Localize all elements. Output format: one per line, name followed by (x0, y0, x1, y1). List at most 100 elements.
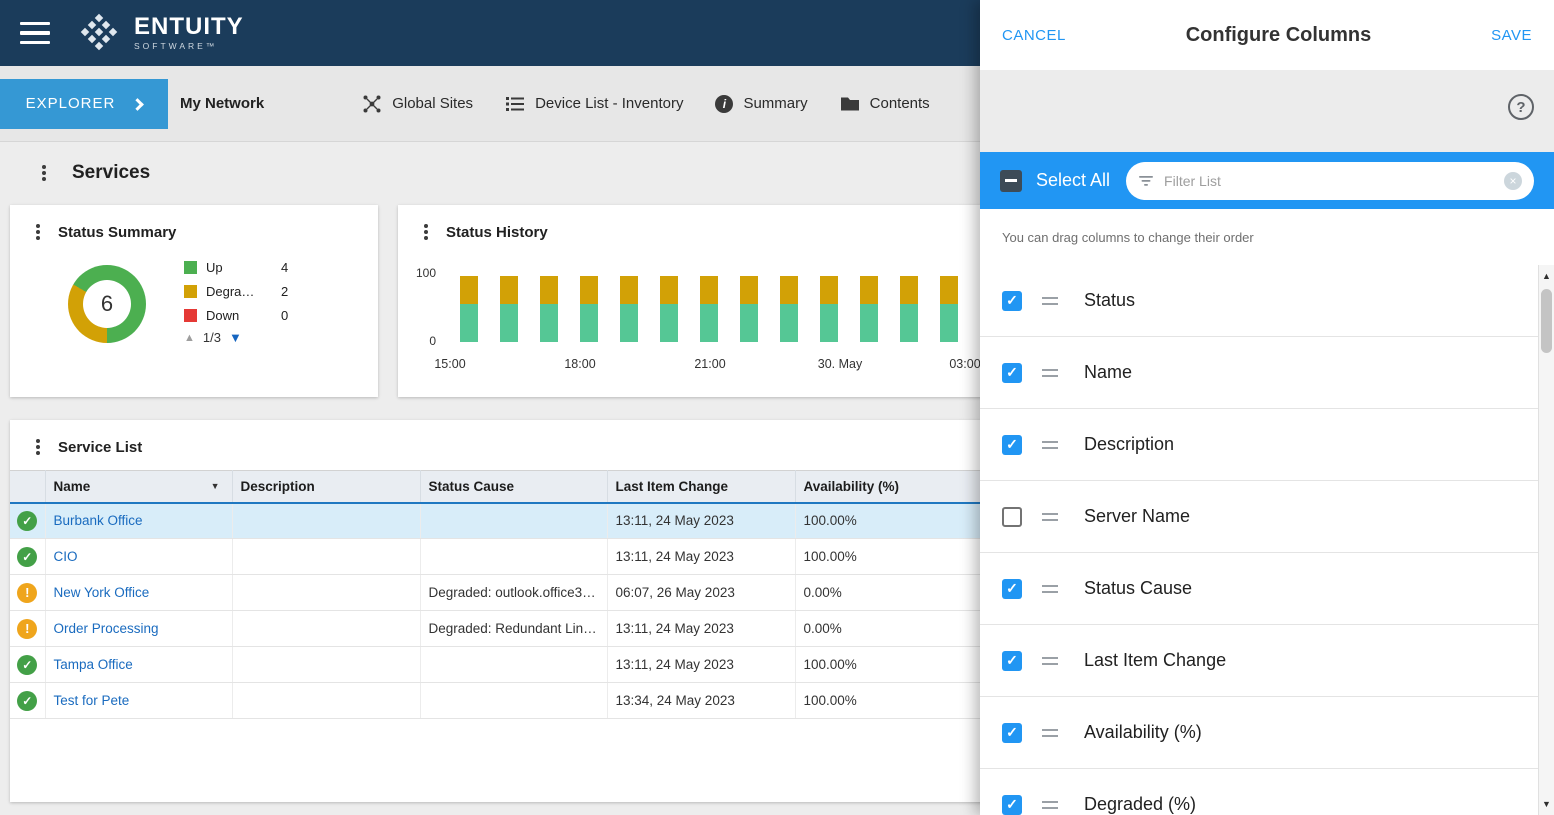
column-item-label: Server Name (1084, 506, 1191, 526)
column-header-last-item-change[interactable]: Last Item Change (607, 470, 796, 504)
service-link[interactable]: Order Processing (54, 621, 159, 636)
cell-description (232, 574, 421, 611)
hamburger-menu-icon[interactable] (20, 21, 50, 45)
scrollbar-thumb[interactable] (1541, 289, 1552, 353)
history-bar (900, 276, 918, 342)
pager-up-icon[interactable]: ▲ (184, 332, 195, 344)
drag-handle-icon[interactable] (1042, 512, 1058, 521)
drag-handle-icon[interactable] (1042, 584, 1058, 593)
entuity-logo-icon (80, 13, 118, 51)
history-bar (940, 276, 958, 342)
cell-description (232, 502, 421, 539)
column-item-status[interactable]: Status (980, 265, 1554, 337)
service-link[interactable]: Burbank Office (54, 513, 143, 528)
column-header-description[interactable]: Description (232, 470, 421, 504)
column-item-label: Description (1084, 434, 1175, 454)
brand-subtitle: SOFTWARE™ (134, 41, 218, 52)
legend-pager: ▲ 1/3 ▼ (184, 330, 288, 345)
tab-summary[interactable]: i Summary (715, 94, 808, 113)
status-legend: Up 4 Degra… 2 Down 0 ▲ 1/3 ▼ (184, 255, 288, 345)
column-item-status-cause[interactable]: Status Cause (980, 553, 1554, 625)
legend-item: Up 4 (184, 255, 288, 279)
save-button[interactable]: SAVE (1491, 27, 1532, 44)
service-link[interactable]: CIO (54, 549, 78, 564)
column-header-status-icon[interactable] (10, 470, 46, 504)
tab-device-list-inventory[interactable]: Device List - Inventory (505, 94, 683, 114)
checkbox-checked-icon[interactable] (1002, 650, 1022, 671)
column-item-label: Name (1084, 362, 1133, 382)
legend-item: Degra… 2 (184, 279, 288, 303)
legend-item: Down 0 (184, 303, 288, 327)
cell-status-cause (420, 646, 608, 683)
cancel-button[interactable]: CANCEL (1002, 27, 1066, 44)
column-list: Status Name Description Server Name Stat… (980, 265, 1554, 815)
checkbox-unchecked-icon[interactable] (1002, 506, 1022, 527)
history-bar (860, 276, 878, 342)
cell-description (232, 610, 421, 647)
cell-status-cause: Degraded: Redundant Lin… (420, 610, 608, 647)
drag-handle-icon[interactable] (1042, 728, 1058, 737)
x-axis-tick: 18:00 (564, 357, 596, 371)
legend-label: Up (206, 259, 223, 275)
column-item-description[interactable]: Description (980, 409, 1554, 481)
cell-last-item-change: 06:07, 26 May 2023 (607, 574, 796, 611)
checkbox-checked-icon[interactable] (1002, 434, 1022, 455)
checkbox-checked-icon[interactable] (1002, 290, 1022, 311)
status-history-menu-icon[interactable] (422, 223, 430, 241)
scroll-down-icon[interactable]: ▼ (1539, 799, 1554, 809)
clear-filter-icon[interactable] (1504, 171, 1522, 190)
column-header-status-cause[interactable]: Status Cause (420, 470, 608, 504)
pager-label: 1/3 (202, 330, 221, 345)
status-up-icon (17, 510, 38, 531)
column-item-degraded[interactable]: Degraded (%) (980, 769, 1554, 815)
scroll-up-icon[interactable]: ▲ (1539, 271, 1554, 281)
filter-list-field[interactable] (1126, 161, 1534, 200)
services-menu-icon[interactable] (40, 164, 48, 182)
x-axis-tick: 03:00 (949, 357, 981, 371)
service-link[interactable]: New York Office (54, 585, 150, 600)
status-up-icon (17, 690, 38, 711)
card-title: Service List (58, 438, 143, 456)
toolbar-tabs: Global Sites Device List - Inventory i S… (362, 93, 1016, 115)
legend-label: Degra… (206, 283, 255, 299)
service-list-menu-icon[interactable] (34, 438, 42, 456)
column-item-last-item-change[interactable]: Last Item Change (980, 625, 1554, 697)
panel-scrollbar[interactable]: ▲ ▼ (1538, 265, 1554, 815)
cell-description (232, 646, 421, 683)
status-up-icon (17, 654, 38, 675)
history-bar (540, 276, 558, 342)
cell-last-item-change: 13:11, 24 May 2023 (607, 502, 796, 539)
x-axis-tick: 15:00 (434, 357, 466, 371)
service-link[interactable]: Test for Pete (54, 693, 130, 708)
column-item-availability[interactable]: Availability (%) (980, 697, 1554, 769)
tab-label: Summary (743, 95, 808, 112)
status-donut-total: 6 (83, 280, 131, 328)
status-summary-menu-icon[interactable] (34, 223, 42, 241)
drag-handle-icon[interactable] (1042, 656, 1058, 665)
status-summary-card: Status Summary 6 Up 4 Degra… 2 Down 0 ▲ … (10, 205, 378, 397)
tab-global-sites[interactable]: Global Sites (362, 94, 473, 114)
column-header-name[interactable]: Name ▼ (45, 470, 233, 504)
cell-status-cause (420, 502, 608, 539)
status-up-icon (17, 546, 38, 567)
help-icon[interactable] (1508, 94, 1534, 120)
legend-swatch-up (184, 260, 197, 274)
explorer-button[interactable]: EXPLORER (0, 78, 168, 129)
brand-name: ENTUITY (134, 13, 244, 41)
drag-handle-icon[interactable] (1042, 800, 1058, 809)
column-item-server-name[interactable]: Server Name (980, 481, 1554, 553)
drag-handle-icon[interactable] (1042, 368, 1058, 377)
drag-handle-icon[interactable] (1042, 440, 1058, 449)
drag-handle-icon[interactable] (1042, 296, 1058, 305)
select-all-checkbox[interactable] (1000, 169, 1022, 192)
service-link[interactable]: Tampa Office (54, 657, 133, 672)
checkbox-checked-icon[interactable] (1002, 722, 1022, 743)
pager-down-icon[interactable]: ▼ (229, 330, 242, 345)
column-item-name[interactable]: Name (980, 337, 1554, 409)
checkbox-checked-icon[interactable] (1002, 362, 1022, 383)
filter-input[interactable] (1164, 172, 1494, 189)
tab-contents[interactable]: Contents (840, 95, 930, 113)
checkbox-checked-icon[interactable] (1002, 794, 1022, 815)
x-axis-tick: 30. May (817, 357, 863, 371)
checkbox-checked-icon[interactable] (1002, 578, 1022, 599)
